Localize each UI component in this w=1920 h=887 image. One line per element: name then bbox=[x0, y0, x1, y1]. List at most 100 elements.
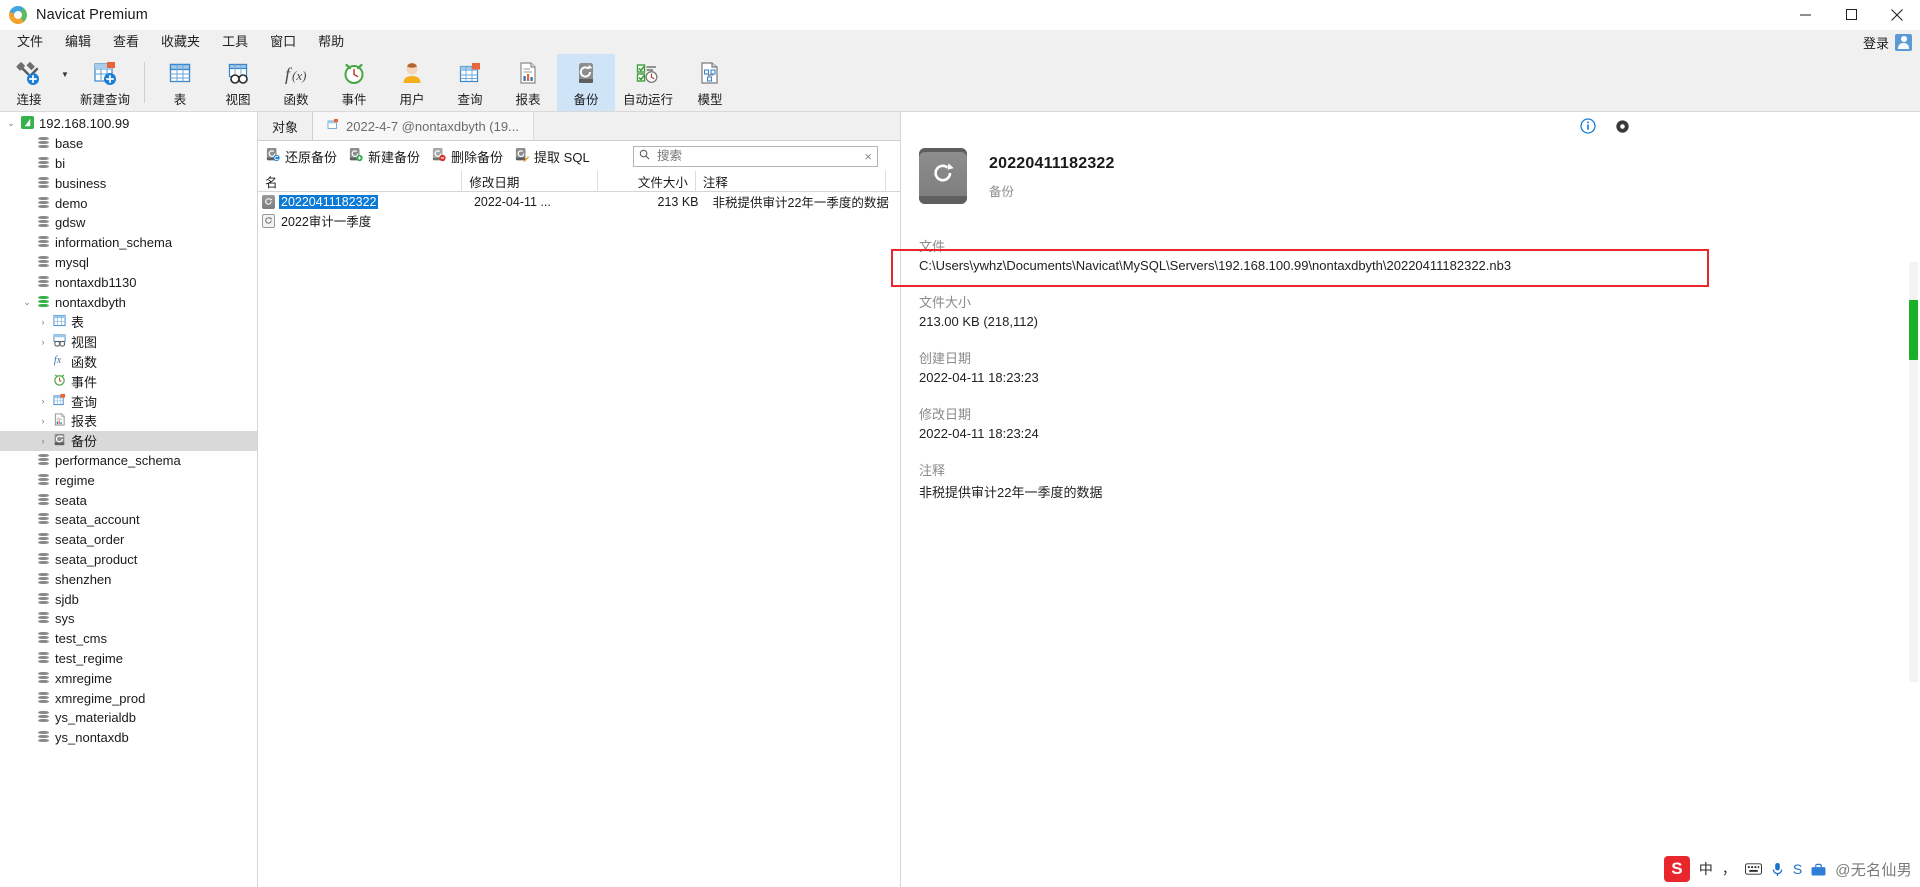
toolbox-icon[interactable] bbox=[1811, 863, 1826, 876]
toolbar-automation[interactable]: 自动运行 bbox=[615, 54, 681, 111]
column-header-comment[interactable]: 注释 bbox=[696, 170, 887, 192]
menu-tools[interactable]: 工具 bbox=[211, 31, 259, 53]
clear-icon[interactable]: × bbox=[864, 149, 872, 164]
ime-s-icon[interactable]: S bbox=[1793, 861, 1802, 877]
tree-node[interactable]: sjdb bbox=[0, 589, 257, 609]
restore-backup-button[interactable]: 还原备份 bbox=[266, 147, 337, 166]
toolbar-report[interactable]: 报表 bbox=[499, 54, 557, 111]
search-input[interactable] bbox=[655, 148, 860, 164]
tree-node[interactable]: nontaxdb1130 bbox=[0, 272, 257, 292]
tree-node[interactable]: seata bbox=[0, 490, 257, 510]
table-row[interactable]: 2022审计一季度 bbox=[258, 211, 900, 230]
detail-title: 20220411182322 bbox=[989, 155, 1115, 172]
delete-backup-button[interactable]: 删除备份 bbox=[432, 147, 503, 166]
tab-query-document[interactable]: 2022-4-7 @nontaxdbyth (19... bbox=[313, 112, 534, 140]
menu-favorites[interactable]: 收藏夹 bbox=[150, 31, 211, 53]
toolbar-table[interactable]: 表 bbox=[151, 54, 209, 111]
toolbar-view[interactable]: 视图 bbox=[209, 54, 267, 111]
tree-twisty-icon[interactable]: ⌄ bbox=[20, 297, 34, 308]
keyboard-icon[interactable] bbox=[1744, 863, 1762, 875]
minimize-button[interactable] bbox=[1782, 0, 1828, 30]
connection-dropdown-caret-icon[interactable]: ▼ bbox=[58, 54, 72, 111]
toolbar-function[interactable]: f (x) 函数 bbox=[267, 54, 325, 111]
ime-punctuation-label[interactable]: ， bbox=[1722, 859, 1736, 879]
detail-comment-value[interactable]: 非税提供审计22年一季度的数据 bbox=[919, 482, 1920, 501]
tree-node[interactable]: ys_nontaxdb bbox=[0, 728, 257, 748]
tree-node-label: bi bbox=[55, 155, 66, 171]
tree-node[interactable]: regime bbox=[0, 470, 257, 490]
user-avatar-icon[interactable] bbox=[1895, 33, 1912, 51]
tree-twisty-icon[interactable]: › bbox=[36, 396, 50, 406]
column-header-name[interactable]: 名 bbox=[258, 170, 463, 192]
tree-node[interactable]: › 备份 bbox=[0, 430, 257, 451]
tree-node[interactable]: seata_product bbox=[0, 550, 257, 570]
tree-node[interactable]: gdsw bbox=[0, 213, 257, 233]
login-link[interactable]: 登录 bbox=[1863, 33, 1889, 52]
tree-node[interactable]: 事件 bbox=[0, 371, 257, 391]
tree-node[interactable]: base bbox=[0, 134, 257, 154]
menu-window[interactable]: 窗口 bbox=[259, 31, 307, 53]
column-header-modified[interactable]: 修改日期 bbox=[462, 170, 598, 192]
tree-node[interactable]: business bbox=[0, 173, 257, 193]
close-button[interactable] bbox=[1874, 0, 1920, 30]
tree-node[interactable]: ys_materialdb bbox=[0, 708, 257, 728]
connection-tree-sidebar[interactable]: ⌄ 192.168.100.99 base bi business demo gdsw inf… bbox=[0, 112, 258, 887]
tree-node[interactable]: test_regime bbox=[0, 649, 257, 669]
tree-node[interactable]: sys bbox=[0, 609, 257, 629]
backup-list-body[interactable]: 20220411182322 2022-04-11 ... 213 KB 非税提供审计… bbox=[258, 192, 900, 887]
tree-node[interactable]: ⌄ 192.168.100.99 bbox=[0, 114, 257, 134]
tree-node[interactable]: › 表 bbox=[0, 312, 257, 332]
tree-twisty-icon[interactable]: › bbox=[36, 317, 50, 327]
tree-node[interactable]: mysql bbox=[0, 253, 257, 273]
tree-node[interactable]: › 报表 bbox=[0, 411, 257, 431]
toolbar-event[interactable]: 事件 bbox=[325, 54, 383, 111]
tree-twisty-icon[interactable]: ⌄ bbox=[4, 118, 18, 129]
detail-scrollbar-thumb[interactable] bbox=[1909, 300, 1918, 360]
toolbar-query[interactable]: 查询 bbox=[441, 54, 499, 111]
tree-twisty-icon[interactable]: › bbox=[36, 416, 50, 426]
menu-help[interactable]: 帮助 bbox=[307, 31, 355, 53]
tree-node[interactable]: xmregime_prod bbox=[0, 688, 257, 708]
search-box[interactable]: × bbox=[633, 145, 878, 167]
ime-mode-label[interactable]: 中 bbox=[1699, 859, 1713, 879]
toolbar-model[interactable]: 模型 bbox=[681, 54, 739, 111]
tree-node[interactable]: demo bbox=[0, 193, 257, 213]
menu-file[interactable]: 文件 bbox=[6, 31, 54, 53]
toolbar-connection[interactable]: 连接 bbox=[0, 54, 58, 111]
toolbar-backup[interactable]: 备份 bbox=[557, 54, 615, 111]
tree-twisty-icon[interactable]: › bbox=[36, 337, 50, 347]
tree-node[interactable]: xmregime bbox=[0, 668, 257, 688]
tree-node[interactable]: shenzhen bbox=[0, 569, 257, 589]
tree-node[interactable]: test_cms bbox=[0, 629, 257, 649]
tree-node-label: base bbox=[55, 136, 84, 152]
detail-file-value[interactable]: C:\Users\ywhz\Documents\Navicat\MySQL\Se… bbox=[919, 258, 1920, 273]
tree-node[interactable]: ⌄ nontaxdbyth bbox=[0, 292, 257, 312]
tree-node[interactable]: › 视图 bbox=[0, 332, 257, 352]
tree-node[interactable]: seata_account bbox=[0, 510, 257, 530]
toolbar-user[interactable]: 用户 bbox=[383, 54, 441, 111]
menu-edit[interactable]: 编辑 bbox=[54, 31, 102, 53]
info-icon[interactable] bbox=[1580, 118, 1596, 134]
tree-node[interactable]: seata_order bbox=[0, 530, 257, 550]
menu-view[interactable]: 查看 bbox=[102, 31, 150, 53]
extract-sql-button[interactable]: 提取 SQL bbox=[515, 147, 590, 166]
tree-node[interactable]: fx 函数 bbox=[0, 352, 257, 372]
tree-node[interactable]: › 查询 bbox=[0, 391, 257, 411]
tree-node[interactable]: information_schema bbox=[0, 233, 257, 253]
maximize-button[interactable] bbox=[1828, 0, 1874, 30]
column-header-size[interactable]: 文件大小 bbox=[598, 170, 696, 192]
tree-twisty-icon[interactable]: › bbox=[36, 436, 50, 446]
detail-modified-value[interactable]: 2022-04-11 18:23:24 bbox=[919, 426, 1920, 441]
tree-node[interactable]: performance_schema bbox=[0, 451, 257, 471]
microphone-icon[interactable] bbox=[1771, 862, 1784, 877]
table-row[interactable]: 20220411182322 2022-04-11 ... 213 KB 非税提供审计… bbox=[258, 192, 900, 211]
detail-created-value[interactable]: 2022-04-11 18:23:23 bbox=[919, 370, 1920, 385]
new-backup-button[interactable]: 新建备份 bbox=[349, 147, 420, 166]
gear-icon[interactable] bbox=[1614, 118, 1630, 134]
detail-file-size-value[interactable]: 213.00 KB (218,112) bbox=[919, 314, 1920, 329]
tree-node[interactable]: bi bbox=[0, 154, 257, 174]
sogou-ime-logo-icon[interactable]: S bbox=[1663, 856, 1690, 882]
toolbar-new-query[interactable]: 新建查询 bbox=[72, 54, 138, 111]
tab-objects[interactable]: 对象 bbox=[258, 112, 314, 140]
detail-scrollbar[interactable] bbox=[1909, 262, 1918, 682]
